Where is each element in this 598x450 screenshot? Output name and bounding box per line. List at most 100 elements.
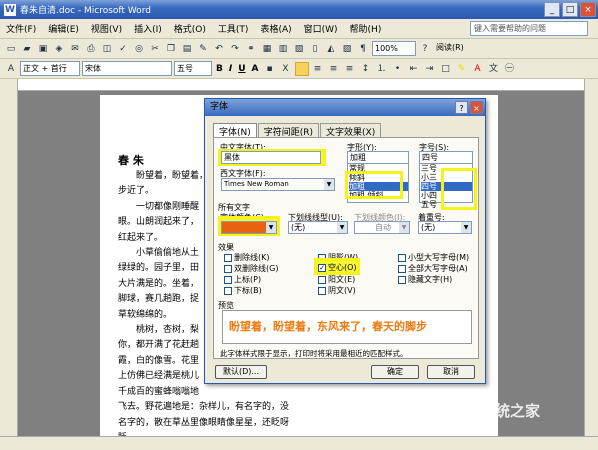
outline-checkbox[interactable]: ✓ 空心(O) bbox=[318, 262, 357, 273]
char-border-button[interactable]: A bbox=[250, 64, 261, 74]
menu-file[interactable]: 文件(F) bbox=[0, 22, 42, 35]
align-left-button[interactable] bbox=[294, 61, 309, 76]
chinese-font-input[interactable]: 黑体 bbox=[221, 151, 321, 164]
reading-mode-button[interactable]: 阅读(R) bbox=[434, 41, 478, 56]
underline-color-select[interactable]: 自动 ▼ bbox=[354, 221, 410, 234]
default-button[interactable]: 默认(D)... bbox=[215, 365, 267, 379]
phonetic-guide-icon[interactable]: 文 bbox=[487, 62, 501, 76]
checkbox-box[interactable] bbox=[224, 253, 232, 262]
superscript-checkbox[interactable]: 上标(P) bbox=[224, 274, 261, 285]
checkbox-label: 小型大写字母(M) bbox=[408, 253, 470, 262]
highlight-icon[interactable]: ✎ bbox=[455, 62, 469, 76]
tables-borders-icon[interactable]: ▦ bbox=[260, 42, 274, 56]
print-preview-icon[interactable]: ◫ bbox=[100, 42, 114, 56]
document-map-icon[interactable]: ▨ bbox=[340, 42, 354, 56]
justify-icon[interactable]: ≡ bbox=[343, 62, 357, 76]
numbering-icon[interactable]: ⒈ bbox=[375, 62, 389, 76]
checkbox-box[interactable] bbox=[318, 286, 326, 295]
bullets-icon[interactable]: • bbox=[391, 62, 405, 76]
status-bar bbox=[0, 436, 598, 450]
enclose-char-icon[interactable]: ㊀ bbox=[503, 62, 517, 76]
copy-icon[interactable]: ❐ bbox=[164, 42, 178, 56]
bold-button[interactable]: B bbox=[214, 64, 225, 74]
menu-help[interactable]: 帮助(H) bbox=[344, 22, 388, 35]
vertical-scrollbar[interactable] bbox=[584, 79, 598, 436]
align-center-icon[interactable]: ≡ bbox=[311, 62, 325, 76]
research-icon[interactable]: ◎ bbox=[132, 42, 146, 56]
doc-line: 飞去。野花遍地是：杂样儿，有名字的，没 bbox=[118, 402, 290, 413]
char-shading-icon[interactable]: ▪ bbox=[263, 62, 277, 76]
font-size-select[interactable]: 五号 bbox=[174, 61, 212, 76]
cut-icon[interactable]: ✂ bbox=[148, 42, 162, 56]
emboss-checkbox[interactable]: 阳文(E) bbox=[318, 274, 355, 285]
styles-formatting-icon[interactable]: A bbox=[4, 62, 18, 76]
ok-button[interactable]: 确定 bbox=[371, 365, 419, 379]
menu-insert[interactable]: 插入(I) bbox=[128, 22, 168, 35]
outside-border-icon[interactable]: □ bbox=[439, 62, 453, 76]
redo-icon[interactable]: ↷ bbox=[228, 42, 242, 56]
checkbox-box[interactable] bbox=[398, 275, 406, 284]
decrease-indent-icon[interactable]: ⇤ bbox=[407, 62, 421, 76]
underline-style-select[interactable]: (无) ▼ bbox=[288, 221, 348, 234]
print-icon[interactable]: ⎙ bbox=[84, 42, 98, 56]
maximize-button[interactable]: □ bbox=[562, 2, 578, 17]
font-color-select[interactable]: ▼ bbox=[221, 221, 277, 234]
email-icon[interactable]: ✉ bbox=[68, 42, 82, 56]
hyperlink-icon[interactable]: ⚭ bbox=[244, 42, 258, 56]
new-document-icon[interactable]: ▭ bbox=[4, 42, 18, 56]
menu-window[interactable]: 窗口(W) bbox=[298, 22, 344, 35]
dialog-close-button[interactable]: × bbox=[470, 101, 483, 114]
undo-icon[interactable]: ↶ bbox=[212, 42, 226, 56]
columns-icon[interactable]: ▯ bbox=[308, 42, 322, 56]
spelling-icon[interactable]: ✓ bbox=[116, 42, 130, 56]
menu-format[interactable]: 格式(O) bbox=[168, 22, 212, 35]
format-painter-icon[interactable]: ✎ bbox=[196, 42, 210, 56]
italic-button[interactable]: I bbox=[227, 64, 234, 74]
menu-tools[interactable]: 工具(T) bbox=[212, 22, 255, 35]
align-right-icon[interactable]: ≡ bbox=[327, 62, 341, 76]
checkbox-box[interactable] bbox=[398, 264, 406, 273]
emphasis-select[interactable]: (无) ▼ bbox=[418, 221, 472, 234]
font-tab-panel: 中文字体(T): 黑体 西文字体(F): Times New Roman ▼ 字形… bbox=[213, 137, 479, 359]
style-select[interactable]: 正文 + 首行 bbox=[20, 61, 80, 76]
font-color-icon[interactable]: A bbox=[471, 62, 485, 76]
dialog-title: 字体 bbox=[210, 102, 229, 112]
help-icon[interactable]: ? bbox=[418, 42, 432, 56]
western-font-select[interactable]: Times New Roman ▼ bbox=[221, 178, 335, 191]
checkbox-box[interactable] bbox=[224, 275, 232, 284]
subscript-checkbox[interactable]: 下标(B) bbox=[224, 285, 262, 296]
insert-table-icon[interactable]: ▥ bbox=[276, 42, 290, 56]
zoom-select[interactable]: 100% bbox=[372, 41, 416, 56]
dialog-help-button[interactable]: ? bbox=[455, 101, 468, 114]
cancel-button[interactable]: 取消 bbox=[427, 365, 475, 379]
menu-view[interactable]: 视图(V) bbox=[85, 22, 128, 35]
close-window-button[interactable]: × bbox=[580, 2, 596, 17]
underline-button[interactable]: U bbox=[236, 64, 247, 74]
save-icon[interactable]: ▣ bbox=[36, 42, 50, 56]
char-scale-icon[interactable]: X bbox=[279, 62, 293, 76]
engrave-checkbox[interactable]: 阴文(V) bbox=[318, 285, 356, 296]
line-spacing-icon[interactable]: ↕ bbox=[359, 62, 373, 76]
open-folder-icon[interactable]: ▰ bbox=[20, 42, 34, 56]
small-caps-checkbox[interactable]: 小型大写字母(M) bbox=[398, 252, 469, 263]
hidden-text-checkbox[interactable]: 隐藏文字(H) bbox=[398, 274, 452, 285]
drawing-icon[interactable]: ◭ bbox=[324, 42, 338, 56]
insert-excel-icon[interactable]: ▧ bbox=[292, 42, 306, 56]
menu-table[interactable]: 表格(A) bbox=[254, 22, 297, 35]
checkbox-box[interactable] bbox=[398, 253, 406, 262]
all-caps-checkbox[interactable]: 全部大写字母(A) bbox=[398, 263, 468, 274]
double-strikethrough-checkbox[interactable]: 双删除线(G) bbox=[224, 263, 278, 274]
checkbox-box-checked[interactable]: ✓ bbox=[318, 263, 326, 272]
help-search-input[interactable]: 键入需要帮助的问题 bbox=[470, 21, 588, 36]
minimize-button[interactable]: _ bbox=[544, 2, 560, 17]
increase-indent-icon[interactable]: ⇥ bbox=[423, 62, 437, 76]
permission-icon[interactable]: ◈ bbox=[52, 42, 66, 56]
strikethrough-checkbox[interactable]: 删除线(K) bbox=[224, 252, 270, 263]
menu-edit[interactable]: 编辑(E) bbox=[42, 22, 85, 35]
show-hide-icon[interactable]: ¶ bbox=[356, 42, 370, 56]
checkbox-box[interactable] bbox=[224, 264, 232, 273]
font-select[interactable]: 宋体 bbox=[82, 61, 172, 76]
checkbox-box[interactable] bbox=[318, 275, 326, 284]
paste-icon[interactable]: ▤ bbox=[180, 42, 194, 56]
checkbox-box[interactable] bbox=[224, 286, 232, 295]
